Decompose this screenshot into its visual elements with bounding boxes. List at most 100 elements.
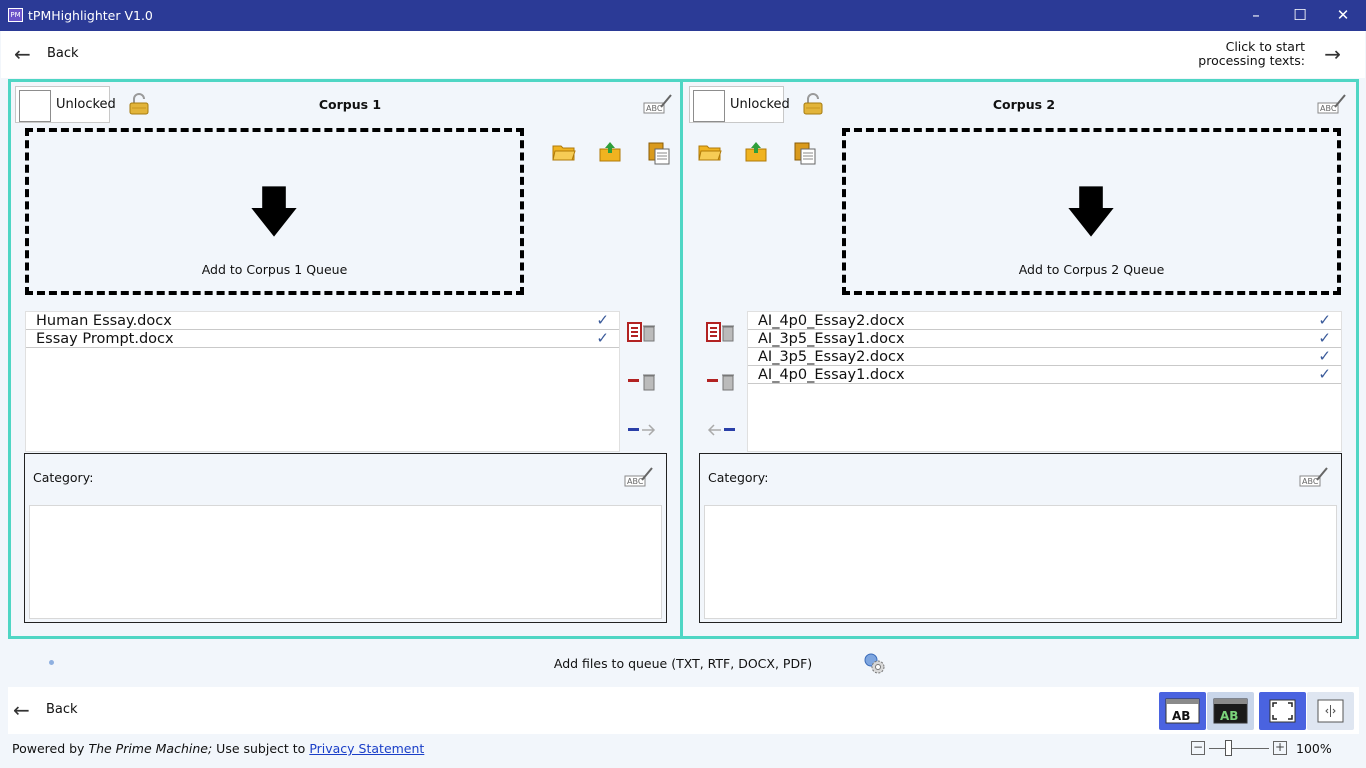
corpus1-open-folder-icon[interactable] (552, 142, 576, 162)
corpus1-category-box: Category: ABC (24, 453, 667, 623)
unlocked-padlock-icon[interactable] (802, 93, 824, 115)
zoom-out-button[interactable]: − (1191, 741, 1205, 755)
unlocked-padlock-icon[interactable] (128, 93, 150, 115)
fullscreen-button[interactable] (1259, 692, 1306, 730)
list-item[interactable]: AI_3p5_Essay1.docx ✓ (748, 329, 1341, 348)
corpus2-lock-checkbox[interactable] (693, 90, 725, 122)
svg-text:ABC: ABC (1320, 104, 1337, 113)
corpus1-down-arrow-icon (251, 186, 297, 237)
corpus2-paste-icon[interactable] (793, 141, 817, 165)
arrow-left-icon: ← (14, 42, 31, 66)
window-title: tPMHighlighter V1.0 (28, 8, 153, 23)
svg-text:ABC: ABC (627, 477, 644, 486)
corpus2-category-box: Category: ABC (699, 453, 1342, 623)
back-label: Back (47, 46, 79, 61)
corpus2-title: Corpus 2 (992, 97, 1056, 112)
corpus2-down-arrow-icon (1068, 186, 1114, 237)
file-name: AI_3p5_Essay2.docx (758, 349, 905, 365)
file-name: AI_3p5_Essay1.docx (758, 331, 905, 347)
corpus1-clear-all-icon[interactable] (627, 321, 657, 343)
panel-divider (680, 82, 683, 636)
list-item[interactable]: Essay Prompt.docx ✓ (26, 329, 619, 348)
close-button[interactable]: ✕ (1320, 0, 1366, 31)
maximize-button[interactable]: ☐ (1277, 0, 1323, 31)
footer-credits: Powered by The Prime Machine; Use subjec… (12, 741, 424, 756)
arrow-left-icon: ← (13, 698, 30, 722)
corpus2-lock-toggle[interactable]: Unlocked (689, 86, 790, 123)
corpus1-dropzone[interactable]: Add to Corpus 1 Queue (25, 128, 524, 295)
footer: Powered by The Prime Machine; Use subjec… (0, 736, 1366, 768)
corpus1-lock-checkbox[interactable] (19, 90, 51, 122)
zoom-level: 100% (1296, 741, 1332, 756)
powered-by-label: Powered by (12, 741, 85, 756)
corpus1-lock-label: Unlocked (56, 97, 116, 112)
settings-gear-icon[interactable] (862, 652, 888, 676)
list-item[interactable]: Human Essay.docx ✓ (26, 311, 619, 330)
title-bar: PM tPMHighlighter V1.0 – ☐ ✕ (0, 0, 1366, 31)
list-item[interactable]: AI_4p0_Essay1.docx ✓ (748, 365, 1341, 384)
check-icon: ✓ (596, 329, 609, 347)
file-name: AI_4p0_Essay1.docx (758, 367, 905, 383)
corpus2-dropzone[interactable]: Add to Corpus 2 Queue (842, 128, 1341, 295)
app-icon: PM (8, 8, 23, 22)
status-text: Add files to queue (TXT, RTF, DOCX, PDF) (553, 656, 813, 671)
light-text-view-button[interactable]: AB (1159, 692, 1206, 730)
use-subject-label: Use subject to (216, 741, 306, 756)
corpus2-category-label: Category: (708, 470, 769, 485)
ab-light-icon: AB (1165, 698, 1200, 724)
bottom-nav: ← Back AB AB (8, 687, 1359, 734)
top-nav: ← Back Click to start processing texts: … (1, 31, 1365, 78)
corpus1-upload-folder-icon[interactable] (599, 141, 621, 163)
check-icon: ✓ (1318, 365, 1331, 383)
corpus1-file-list[interactable]: Human Essay.docx ✓ Essay Prompt.docx ✓ (25, 311, 620, 452)
zoom-slider-thumb[interactable] (1225, 740, 1232, 756)
back-button-top[interactable]: ← Back (14, 43, 134, 67)
start-processing-label: Click to start processing texts: (1198, 39, 1305, 68)
svg-text:ABC: ABC (646, 104, 663, 113)
zoom-slider-track[interactable] (1209, 748, 1269, 749)
start-processing-button[interactable]: → (1324, 42, 1341, 66)
zoom-in-button[interactable]: + (1273, 741, 1287, 755)
check-icon: ✓ (1318, 347, 1331, 365)
split-view-button[interactable] (1307, 692, 1354, 730)
corpus2-open-folder-icon[interactable] (698, 142, 722, 162)
minimize-button[interactable]: – (1233, 0, 1279, 31)
corpus2-category-input[interactable] (704, 505, 1337, 619)
check-icon: ✓ (1318, 329, 1331, 347)
list-item[interactable]: AI_4p0_Essay2.docx ✓ (748, 311, 1341, 330)
privacy-statement-link[interactable]: Privacy Statement (309, 741, 424, 756)
dark-text-view-button[interactable]: AB (1207, 692, 1254, 730)
corpus2-clear-all-icon[interactable] (706, 321, 736, 343)
corpus1-spellcheck-icon[interactable]: ABC (643, 93, 673, 117)
check-icon: ✓ (1318, 311, 1331, 329)
corpus1-paste-icon[interactable] (647, 141, 671, 165)
file-name: Essay Prompt.docx (36, 331, 174, 347)
corpus1-category-input[interactable] (29, 505, 662, 619)
corpus1-drop-label: Add to Corpus 1 Queue (201, 262, 348, 277)
check-icon: ✓ (596, 311, 609, 329)
corpus1-move-right-icon[interactable] (627, 419, 657, 441)
back-button-bottom[interactable]: ← Back (13, 699, 133, 723)
corpus2-remove-item-icon[interactable] (706, 370, 736, 392)
corpus1-remove-item-icon[interactable] (627, 370, 657, 392)
list-item[interactable]: AI_3p5_Essay2.docx ✓ (748, 347, 1341, 366)
svg-text:AB: AB (1220, 709, 1238, 723)
file-name: Human Essay.docx (36, 313, 172, 329)
svg-text:ABC: ABC (1302, 477, 1319, 486)
corpus1-category-spellcheck-icon[interactable]: ABC (624, 466, 654, 490)
back-label: Back (46, 702, 78, 717)
corpus2-move-left-icon[interactable] (706, 419, 736, 441)
corpus2-upload-folder-icon[interactable] (745, 141, 767, 163)
corpus2-spellcheck-icon[interactable]: ABC (1317, 93, 1347, 117)
corpus1-category-label: Category: (33, 470, 94, 485)
corpus1-lock-toggle[interactable]: Unlocked (15, 86, 116, 123)
corpus2-lock-label: Unlocked (730, 97, 790, 112)
corpus2-category-spellcheck-icon[interactable]: ABC (1299, 466, 1329, 490)
file-name: AI_4p0_Essay2.docx (758, 313, 905, 329)
product-name: The Prime Machine; (88, 741, 213, 756)
corpus2-drop-label: Add to Corpus 2 Queue (1018, 262, 1165, 277)
corpus2-file-list[interactable]: AI_4p0_Essay2.docx ✓ AI_3p5_Essay1.docx … (747, 311, 1342, 452)
split-view-icon (1317, 699, 1344, 723)
corpus1-title: Corpus 1 (318, 97, 382, 112)
ab-dark-icon: AB (1213, 698, 1248, 724)
